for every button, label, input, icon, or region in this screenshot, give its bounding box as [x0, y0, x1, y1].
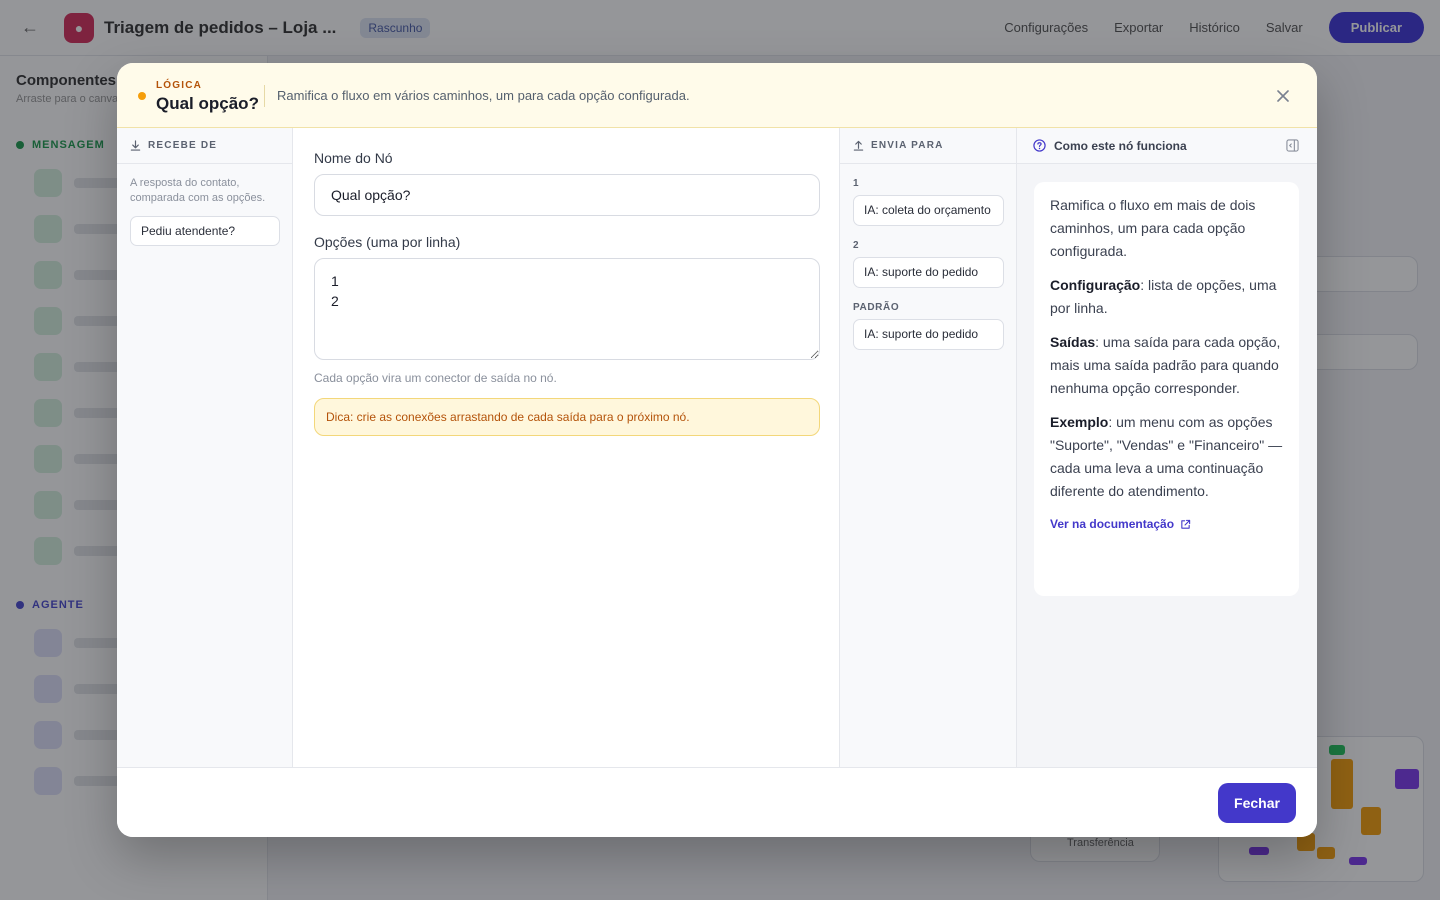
- help-header: Como este nó funciona: [1017, 128, 1317, 164]
- help-title: Como este nó funciona: [1054, 138, 1187, 153]
- inputs-panel: RECEBE DE A resposta do contato, compara…: [117, 128, 293, 767]
- input-source-chip[interactable]: Pediu atendente?: [130, 216, 280, 246]
- inputs-header-label: RECEBE DE: [148, 140, 218, 151]
- docs-link-label: Ver na documentação: [1050, 517, 1175, 531]
- header-divider: [264, 85, 265, 107]
- close-icon[interactable]: [1272, 85, 1294, 107]
- node-name-label: Nome do Nó: [314, 150, 393, 166]
- options-hint: Cada opção vira um conector de saída no …: [314, 371, 557, 385]
- help-circle-icon: [1033, 139, 1046, 152]
- help-config: Configuração: lista de opções, uma por l…: [1050, 274, 1283, 320]
- inputs-header: RECEBE DE: [117, 128, 292, 164]
- upload-arrow-icon: [853, 140, 864, 151]
- node-title: Qual opção?: [156, 94, 259, 113]
- outputs-header-label: ENVIA PARA: [871, 140, 944, 151]
- output-label: 1: [853, 178, 860, 189]
- outputs-header: ENVIA PARA: [840, 128, 1016, 164]
- node-description: Ramifica o fluxo em vários caminhos, um …: [277, 88, 690, 103]
- options-label: Opções (uma por linha): [314, 234, 461, 250]
- collapse-panel-icon[interactable]: [1286, 139, 1299, 152]
- tip-banner: Dica: crie as conexões arrastando de cad…: [314, 398, 820, 436]
- help-example-term: Exemplo: [1050, 414, 1109, 430]
- output-label: PADRÃO: [853, 302, 900, 313]
- external-link-icon: [1181, 519, 1191, 529]
- output-target-chip[interactable]: IA: suporte do pedido: [853, 319, 1004, 350]
- docs-link[interactable]: Ver na documentação: [1050, 517, 1283, 531]
- help-outputs: Saídas: uma saída para cada opção, mais …: [1050, 331, 1283, 400]
- download-arrow-icon: [130, 140, 141, 151]
- node-config-modal: LÓGICA Qual opção? Ramifica o fluxo em v…: [117, 63, 1317, 837]
- help-outputs-term: Saídas: [1050, 334, 1096, 350]
- help-intro: Ramifica o fluxo em mais de dois caminho…: [1050, 197, 1256, 259]
- output-label: 2: [853, 240, 860, 251]
- category-dot-icon: [138, 92, 146, 100]
- output-group-2: 2 IA: suporte do pedido: [840, 240, 1016, 288]
- outputs-panel: ENVIA PARA 1 IA: coleta do orçamento 2 I…: [840, 128, 1017, 767]
- output-target-chip[interactable]: IA: suporte do pedido: [853, 257, 1004, 288]
- help-panel: Como este nó funciona Ramifica o fluxo e…: [1017, 128, 1317, 767]
- help-config-term: Configuração: [1050, 277, 1141, 293]
- inputs-description: A resposta do contato, comparada com as …: [130, 177, 266, 204]
- output-group-1: 1 IA: coleta do orçamento: [840, 178, 1016, 226]
- modal-footer: Fechar: [117, 767, 1317, 837]
- close-button[interactable]: Fechar: [1218, 783, 1296, 823]
- output-target-chip[interactable]: IA: coleta do orçamento: [853, 195, 1004, 226]
- node-category: LÓGICA: [156, 80, 203, 91]
- options-textarea[interactable]: 1 2: [314, 258, 820, 360]
- help-card: Ramifica o fluxo em mais de dois caminho…: [1034, 182, 1299, 596]
- config-form: Nome do Nó Opções (uma por linha) 1 2 Ca…: [293, 128, 840, 767]
- modal-header: LÓGICA Qual opção? Ramifica o fluxo em v…: [117, 63, 1317, 128]
- node-name-input[interactable]: [314, 174, 820, 216]
- output-group-default: PADRÃO IA: suporte do pedido: [840, 302, 1016, 350]
- help-example: Exemplo: um menu com as opções "Suporte"…: [1050, 411, 1283, 503]
